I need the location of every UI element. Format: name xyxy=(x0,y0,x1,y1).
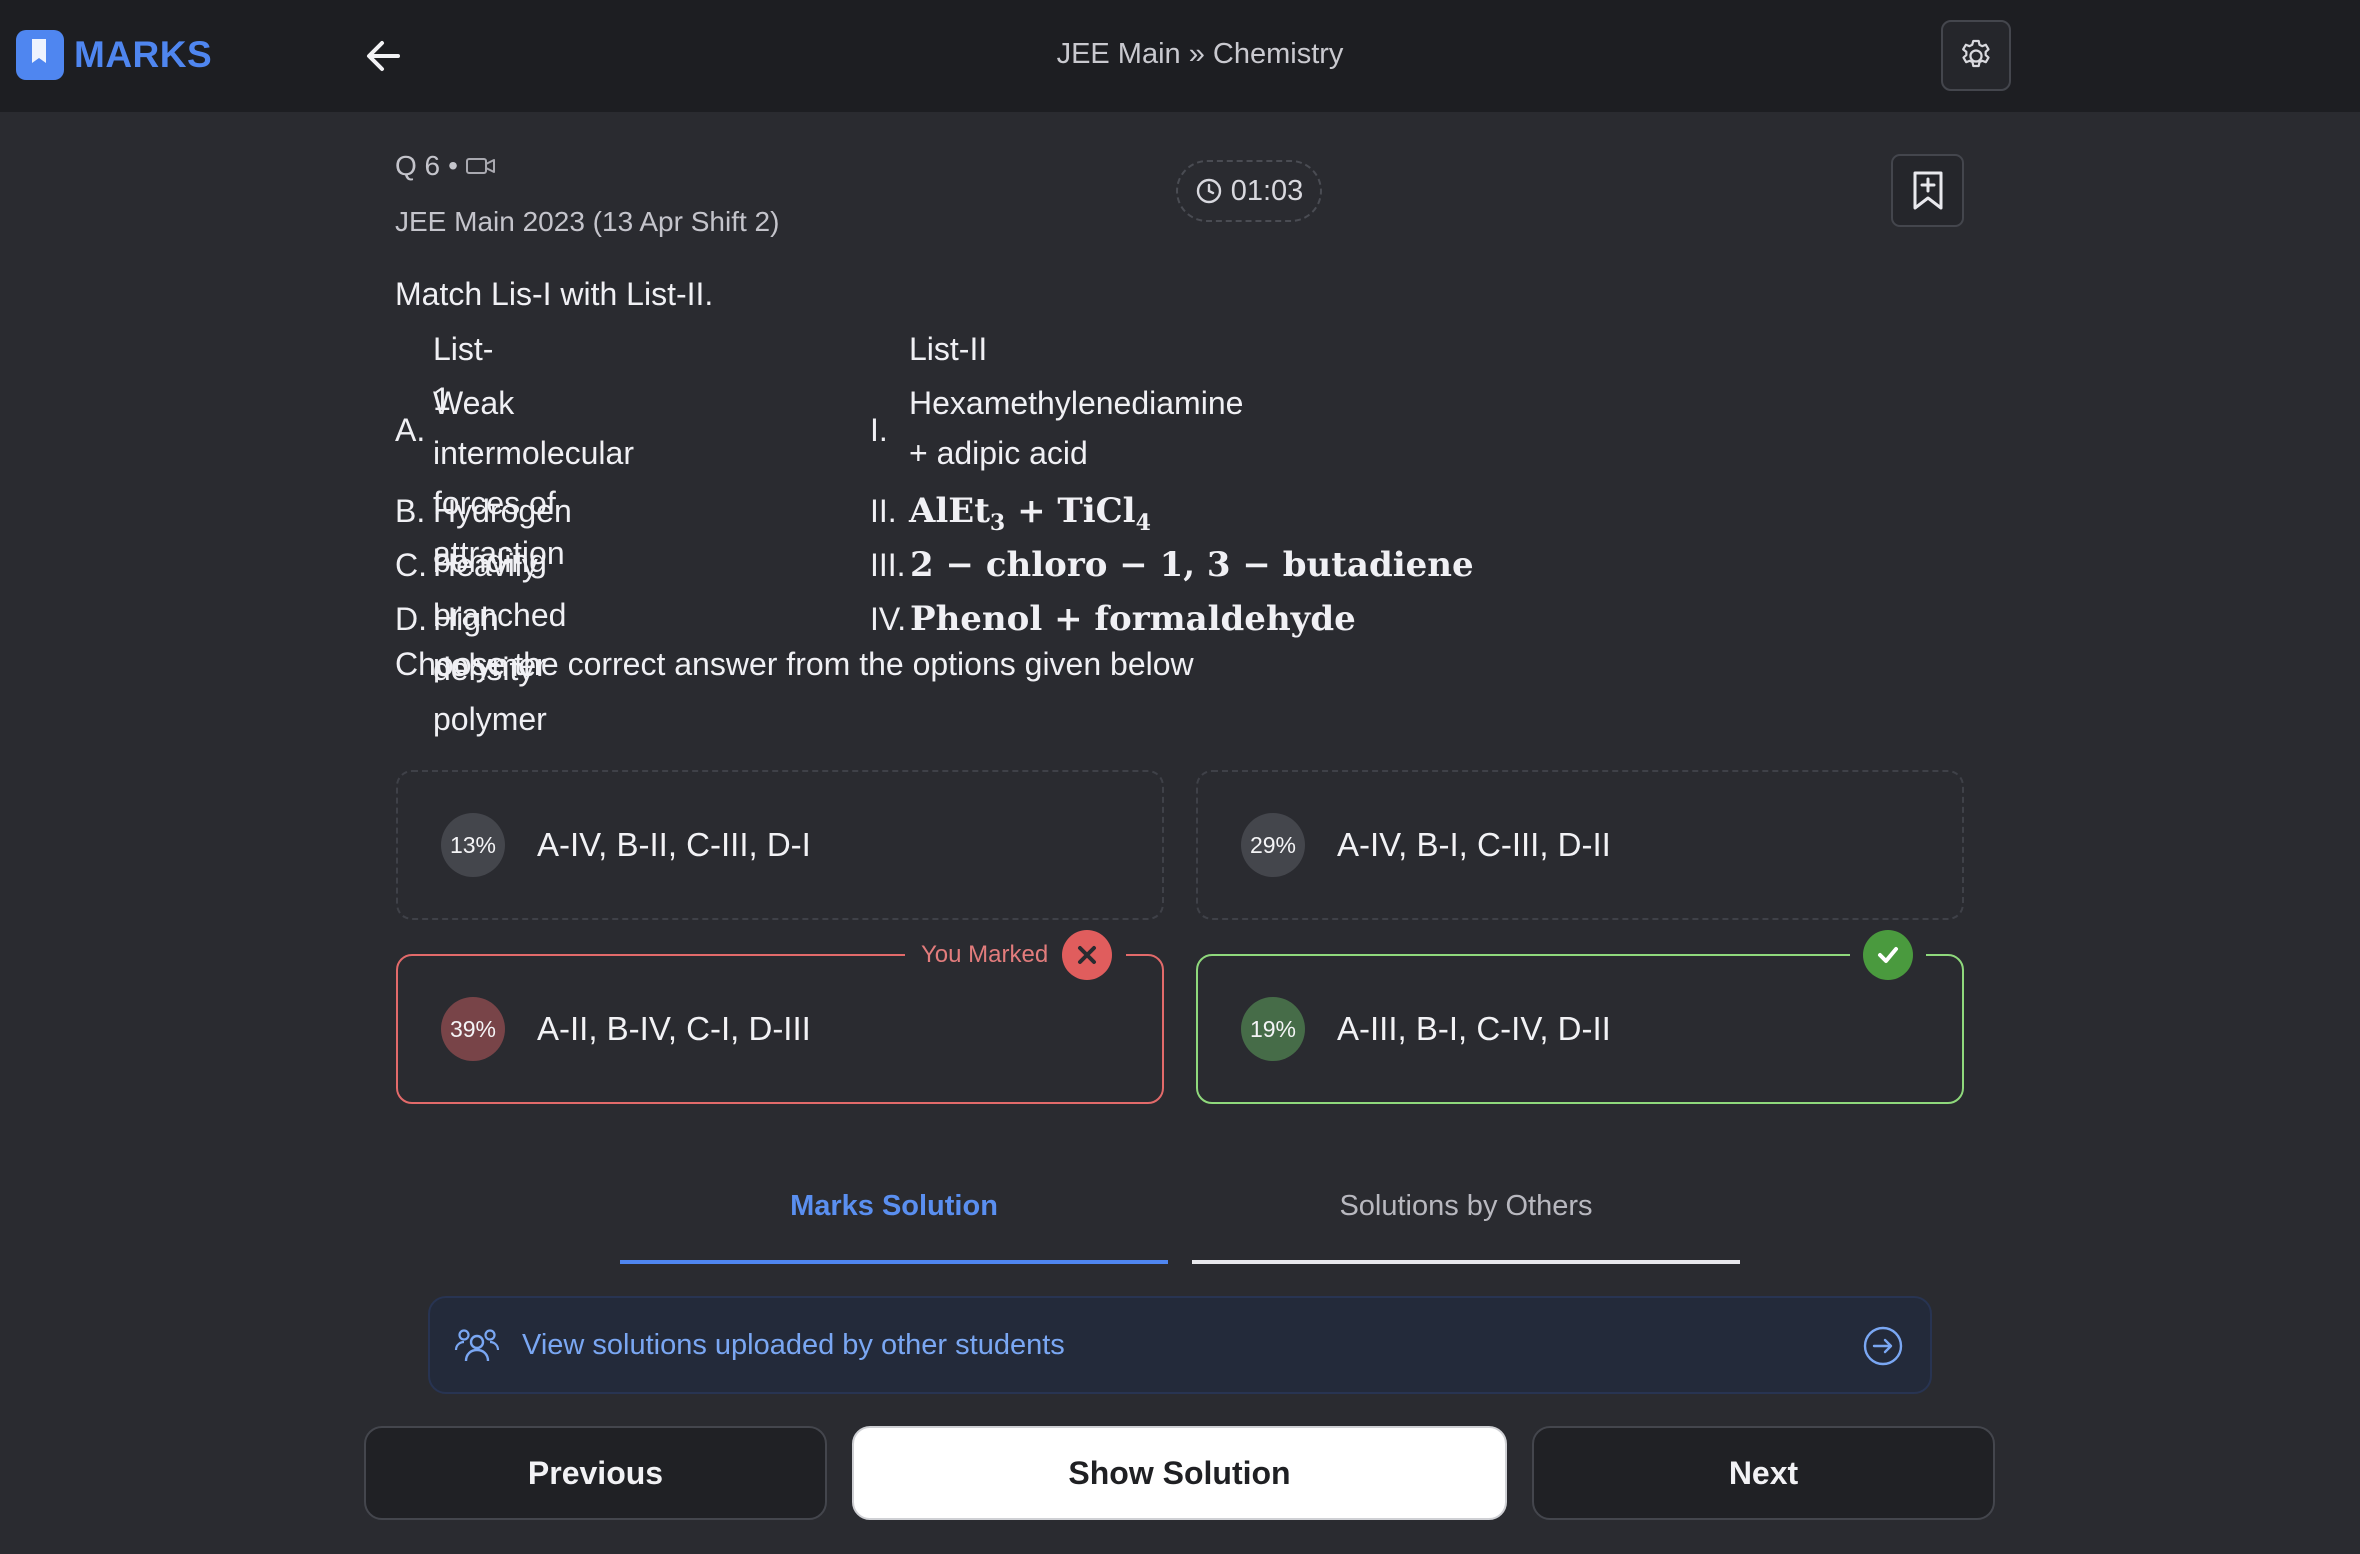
tab-label: Marks Solution xyxy=(790,1190,998,1222)
option-percent: 13% xyxy=(441,813,505,877)
option-percent: 29% xyxy=(1241,813,1305,877)
tab-marks-solution[interactable]: Marks Solution xyxy=(620,1176,1168,1264)
settings-button[interactable] xyxy=(1941,20,2011,91)
row-numeral: III. xyxy=(870,547,906,583)
meta-separator: • xyxy=(448,150,458,181)
list2-item: 2 − chloro − 1, 3 − butadiene xyxy=(910,545,1474,585)
option-text: A-II, B-IV, C-I, D-III xyxy=(537,1010,811,1047)
list2-item: Phenol + formaldehyde xyxy=(910,599,1356,639)
row-letter: B. xyxy=(395,493,426,529)
question-prompt: Match Lis-I with List-II. xyxy=(395,276,714,312)
video-icon xyxy=(465,158,495,174)
option-card-1[interactable]: 13% A-IV, B-II, C-III, D-I xyxy=(396,770,1164,920)
tab-underline xyxy=(620,1260,1168,1264)
correct-badge xyxy=(1850,930,1926,980)
row-letter: D. xyxy=(395,601,427,637)
check-icon xyxy=(1863,930,1913,980)
you-marked-tag: You Marked xyxy=(905,930,1127,980)
list2-item: Hexamethylenediamine + adipic acid xyxy=(909,385,1244,471)
question-number: Q 6 xyxy=(395,150,441,181)
top-bar: MARKS JEE Main » Chemistry xyxy=(0,0,2360,112)
option-card-4-correct[interactable]: 19% A-III, B-I, C-IV, D-II xyxy=(1196,954,1964,1104)
show-solution-button[interactable]: Show Solution xyxy=(852,1426,1507,1520)
row-numeral: I. xyxy=(870,412,888,448)
option-text: A-IV, B-II, C-III, D-I xyxy=(537,826,811,863)
tab-solutions-by-others[interactable]: Solutions by Others xyxy=(1192,1176,1740,1264)
gear-icon xyxy=(1962,39,1990,67)
you-marked-label: You Marked xyxy=(921,941,1049,968)
timer: 01:03 xyxy=(1176,160,1322,222)
arrow-circle-icon xyxy=(1863,1326,1903,1366)
instruction-text: Choose the correct answer from the optio… xyxy=(395,646,1194,682)
banner-text: View solutions uploaded by other student… xyxy=(522,1328,1065,1361)
exam-label: JEE Main 2023 (13 Apr Shift 2) xyxy=(395,206,780,237)
people-icon xyxy=(454,1329,500,1362)
wrong-x-icon xyxy=(1062,930,1113,980)
row-numeral: II. xyxy=(870,493,897,529)
bookmark-button[interactable] xyxy=(1891,154,1964,227)
option-text: A-III, B-I, C-IV, D-II xyxy=(1337,1010,1611,1047)
list2-item: AlEt3 + TiCl4 xyxy=(909,491,1151,536)
row-numeral: IV. xyxy=(870,601,907,637)
previous-button[interactable]: Previous xyxy=(364,1426,827,1520)
tab-underline xyxy=(1192,1260,1740,1264)
question-meta: Q 6 • xyxy=(395,150,496,182)
option-percent: 39% xyxy=(441,997,505,1061)
clock-icon xyxy=(1196,178,1221,204)
tab-label: Solutions by Others xyxy=(1339,1190,1593,1222)
view-others-solutions-banner[interactable]: View solutions uploaded by other student… xyxy=(428,1296,1932,1394)
next-button[interactable]: Next xyxy=(1532,1426,1995,1520)
option-percent: 19% xyxy=(1241,997,1305,1061)
timer-value: 01:03 xyxy=(1230,174,1304,207)
row-letter: C. xyxy=(395,547,427,583)
bookmark-add-icon xyxy=(1913,171,1942,209)
option-text: A-IV, B-I, C-III, D-II xyxy=(1337,826,1611,863)
list2-header: List-II xyxy=(909,331,988,367)
row-letter: A. xyxy=(395,412,426,448)
option-card-2[interactable]: 29% A-IV, B-I, C-III, D-II xyxy=(1196,770,1964,920)
